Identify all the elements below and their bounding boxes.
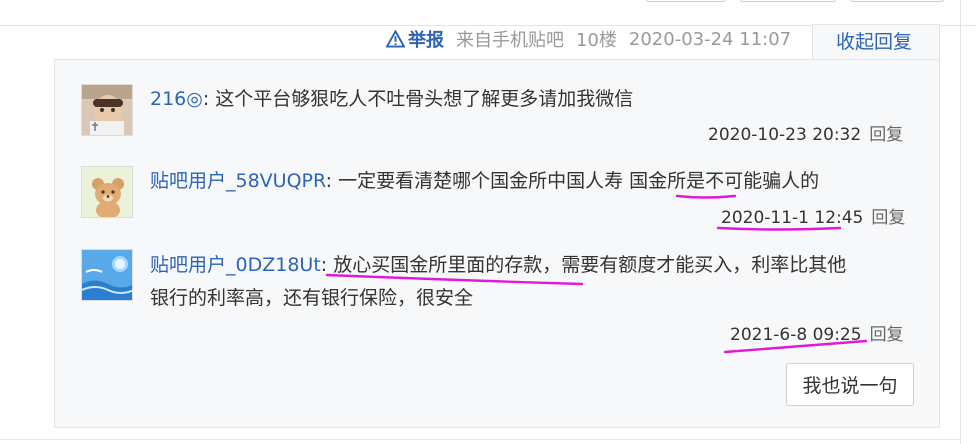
reply-separator: : bbox=[202, 88, 216, 110]
reply-time: 2020-10-23 20:32 bbox=[708, 125, 862, 145]
reply-link[interactable]: 回复 bbox=[870, 325, 904, 345]
avatar[interactable] bbox=[81, 249, 133, 301]
reply-meta: 2020-11-1 12:45 回复 bbox=[721, 203, 905, 228]
avatar[interactable] bbox=[81, 84, 133, 136]
right-rule bbox=[960, 0, 961, 444]
reply-link[interactable]: 回复 bbox=[871, 208, 905, 228]
floor-number: 10楼 bbox=[576, 30, 617, 51]
bottom-rule bbox=[0, 439, 960, 440]
top-strip bbox=[0, 0, 976, 26]
reply-text: 一定要看清楚哪个国金所中国人寿 国金所是不可能骗人的 bbox=[338, 170, 820, 192]
reply-content: 贴吧用户_0DZ18Ut: 放心买国金所里面的存款，需要有额度才能买入，利率比其… bbox=[150, 250, 846, 280]
reply-content: 216◎: 这个平台够狠吃人不吐骨头想了解更多请加我微信 bbox=[150, 84, 633, 114]
reply-meta: 2021-6-8 09:25 回复 bbox=[730, 320, 904, 345]
warning-icon bbox=[386, 30, 405, 48]
reply-time: 2020-11-1 12:45 bbox=[721, 208, 864, 228]
reply-username[interactable]: 216◎ bbox=[150, 88, 203, 110]
reply-separator: : bbox=[320, 254, 334, 276]
reply-username[interactable]: 贴吧用户_58VUQPR bbox=[150, 170, 326, 192]
post-source[interactable]: 来自手机贴吧 bbox=[456, 26, 564, 52]
top-button-2[interactable] bbox=[740, 0, 836, 2]
reply-time: 2021-6-8 09:25 bbox=[730, 325, 862, 345]
top-button-1[interactable] bbox=[646, 0, 726, 2]
report-label: 举报 bbox=[408, 30, 444, 51]
sky-avatar-icon bbox=[82, 250, 132, 300]
collapse-replies-link[interactable]: 收起回复 bbox=[836, 27, 912, 54]
post-time: 2020-03-24 11:07 bbox=[628, 28, 792, 50]
reply-content-line2: 银行的利率高，还有银行保险，很安全 bbox=[150, 283, 473, 313]
report-link[interactable]: 举报 bbox=[386, 26, 444, 52]
reply-text-line2: 银行的利率高，还有银行保险，很安全 bbox=[150, 287, 474, 309]
avatar[interactable] bbox=[81, 166, 133, 218]
reply-text: 这个平台够狠吃人不吐骨头想了解更多请加我微信 bbox=[215, 88, 634, 110]
reply-meta: 2020-10-23 20:32 回复 bbox=[708, 120, 903, 145]
avatar-photo-icon bbox=[82, 85, 132, 135]
reply-separator: : bbox=[325, 170, 339, 192]
reply-text: 放心买国金所里面的存款，需要有额度才能买入，利率比其他 bbox=[333, 254, 847, 276]
reply-content: 贴吧用户_58VUQPR: 一定要看清楚哪个国金所中国人寿 国金所是不可能骗人的 bbox=[150, 166, 819, 196]
say-something-button[interactable]: 我也说一句 bbox=[786, 363, 914, 406]
reply-username[interactable]: 贴吧用户_0DZ18Ut bbox=[150, 254, 321, 276]
top-button-3[interactable] bbox=[850, 0, 944, 2]
reply-link[interactable]: 回复 bbox=[869, 125, 903, 145]
bear-avatar-icon bbox=[82, 167, 132, 217]
floor-meta: 举报 来自手机贴吧 10楼 2020-03-24 11:07 bbox=[386, 26, 792, 52]
